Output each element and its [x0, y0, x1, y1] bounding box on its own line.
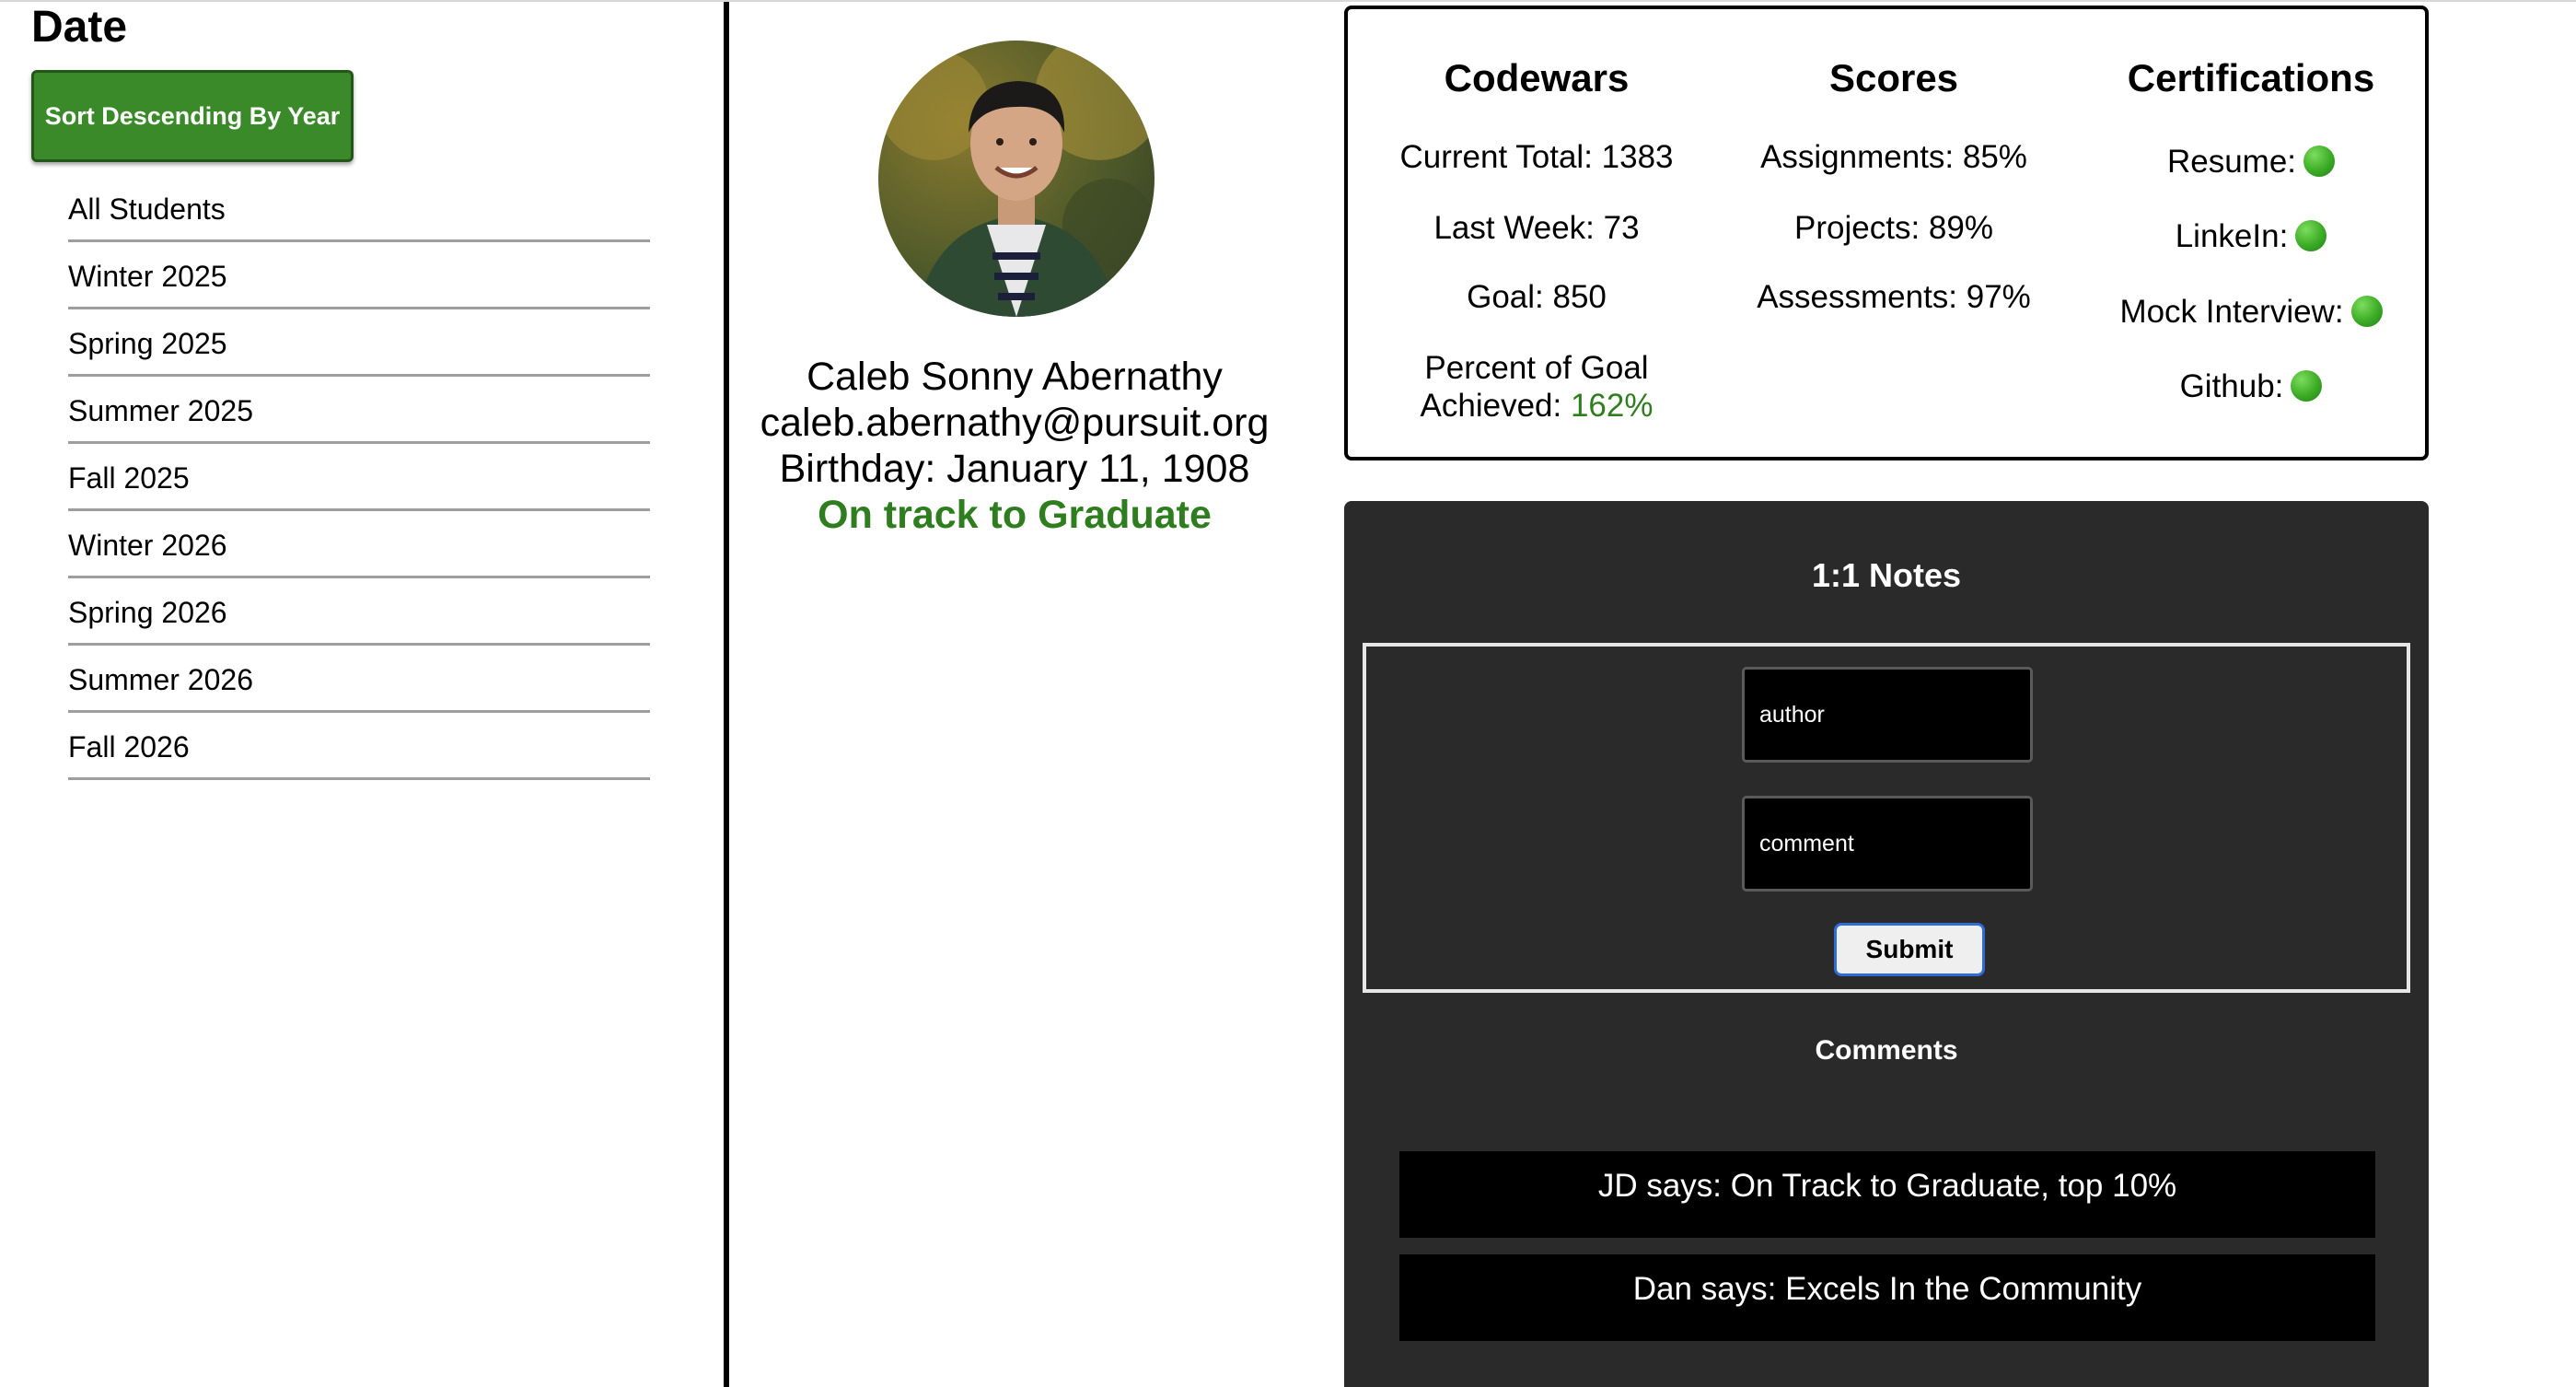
cohort-list: All Students Winter 2025 Spring 2025 Sum… — [68, 175, 650, 780]
cert-github: Github: — [2071, 367, 2431, 406]
cert-resume: Resume: — [2071, 143, 2431, 181]
sidebar-title: Date — [31, 3, 128, 52]
sidebar-item-spring-2025[interactable]: Spring 2025 — [68, 309, 650, 377]
comments-heading: Comments — [1815, 1035, 1958, 1066]
student-profile: Caleb Sonny Abernathy caleb.abernathy@pu… — [729, 2, 1300, 647]
comment-item: JD says: On Track to Graduate, top 10% — [1399, 1151, 2375, 1238]
scores-heading: Scores — [1828, 56, 1959, 99]
comment-input[interactable] — [1742, 796, 2033, 892]
codewars-current-total: Current Total: 1383 — [1399, 139, 1674, 175]
cert-mock-interview-label: Mock Interview: — [2119, 294, 2344, 330]
green-dot-icon — [2291, 369, 2323, 402]
student-email: caleb.abernathy@pursuit.org — [760, 401, 1270, 445]
sidebar-item-all-students[interactable]: All Students — [68, 175, 650, 242]
submit-button[interactable]: Submit — [1834, 923, 1985, 976]
sort-descending-button[interactable]: Sort Descending By Year — [31, 70, 354, 162]
cert-github-label: Github: — [2179, 368, 2284, 404]
sidebar-item-summer-2026[interactable]: Summer 2026 — [68, 646, 650, 713]
cert-mock-interview: Mock Interview: — [2071, 293, 2431, 332]
stats-card: Codewars Current Total: 1383 Last Week: … — [1344, 6, 2429, 460]
avatar — [878, 41, 1155, 317]
codewars-percent-row: Achieved: 162% — [1357, 387, 1716, 425]
notes-panel: 1:1 Notes Submit Comments JD says: On Tr… — [1344, 501, 2429, 1387]
score-projects: Projects: 89% — [1794, 210, 1993, 246]
sidebar-item-summer-2025[interactable]: Summer 2025 — [68, 377, 650, 444]
sidebar-item-fall-2026[interactable]: Fall 2026 — [68, 713, 650, 780]
codewars-goal: Goal: 850 — [1467, 279, 1607, 315]
green-dot-icon — [2303, 145, 2336, 177]
sidebar-item-spring-2026[interactable]: Spring 2026 — [68, 578, 650, 646]
codewars-percent-value: 162% — [1570, 388, 1654, 424]
sidebar-item-winter-2026[interactable]: Winter 2026 — [68, 511, 650, 578]
sidebar-item-fall-2025[interactable]: Fall 2025 — [68, 444, 650, 511]
score-assignments: Assignments: 85% — [1760, 139, 2027, 175]
cert-resume-label: Resume: — [2166, 144, 2297, 180]
comment-item: Dan says: Excels In the Community — [1399, 1254, 2375, 1341]
codewars-heading: Codewars — [1444, 56, 1630, 99]
green-dot-icon — [2295, 219, 2327, 251]
certifications-heading: Certifications — [2127, 56, 2375, 99]
score-assessments: Assessments: 97% — [1757, 279, 2031, 315]
green-dot-icon — [2350, 295, 2383, 327]
student-photo-icon — [878, 41, 1155, 317]
codewars-achieved-label: Achieved: — [1420, 388, 1571, 424]
codewars-percent-label: Percent of Goal — [1424, 350, 1649, 386]
note-form: Submit — [1363, 643, 2410, 993]
sidebar-item-winter-2025[interactable]: Winter 2025 — [68, 242, 650, 309]
notes-title: 1:1 Notes — [1811, 556, 1962, 594]
sidebar: Date Sort Descending By Year All Student… — [0, 2, 724, 1387]
codewars-last-week: Last Week: 73 — [1433, 210, 1640, 246]
graduation-status: On track to Graduate — [818, 493, 1212, 537]
cert-linkedin-label: LinkeIn: — [2175, 218, 2289, 254]
cert-linkedin: LinkeIn: — [2071, 217, 2431, 256]
student-name: Caleb Sonny Abernathy — [806, 355, 1223, 399]
author-input[interactable] — [1742, 667, 2033, 763]
student-birthday: Birthday: January 11, 1908 — [779, 447, 1250, 491]
